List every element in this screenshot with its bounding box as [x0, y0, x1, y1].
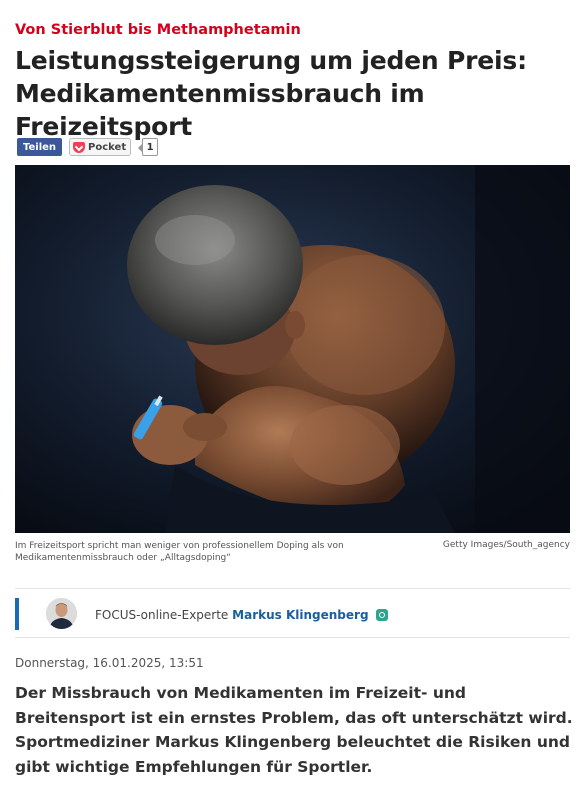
pocket-icon — [73, 141, 86, 153]
image-caption: Im Freizeitsport spricht man weniger von… — [15, 541, 344, 563]
avatar[interactable] — [46, 598, 77, 629]
avatar-icon — [46, 598, 77, 629]
article-kicker: Von Stierblut bis Methamphetamin — [15, 22, 301, 38]
author-name-link[interactable]: Markus Klingenberg — [232, 608, 368, 622]
share-button[interactable]: Teilen — [17, 138, 63, 156]
author-accent-bar — [15, 598, 19, 630]
article-lead: Der Missbrauch von Medikamenten im Freiz… — [15, 684, 573, 776]
pocket-label: Pocket — [88, 141, 127, 153]
image-credit: Getty Images/South_agency — [442, 540, 570, 550]
author-prefix: FOCUS-online-Experte — [95, 608, 229, 622]
author-byline: FOCUS-online-Experte Markus Klingenberg — [95, 608, 389, 622]
share-count-badge: 1 — [138, 138, 159, 156]
expert-badge-icon — [376, 609, 389, 621]
social-share-bar: Teilen Pocket 1 — [17, 137, 159, 157]
article-headline: Leistungssteigerung um jeden Preis: Medi… — [15, 46, 527, 141]
publish-date: Donnerstag, 16.01.2025, 13:51 — [15, 656, 204, 670]
author-box: FOCUS-online-Experte Markus Klingenberg — [15, 588, 570, 638]
pocket-button[interactable]: Pocket — [69, 138, 132, 156]
hero-image — [15, 165, 570, 533]
athlete-syringe-photo — [15, 165, 570, 533]
